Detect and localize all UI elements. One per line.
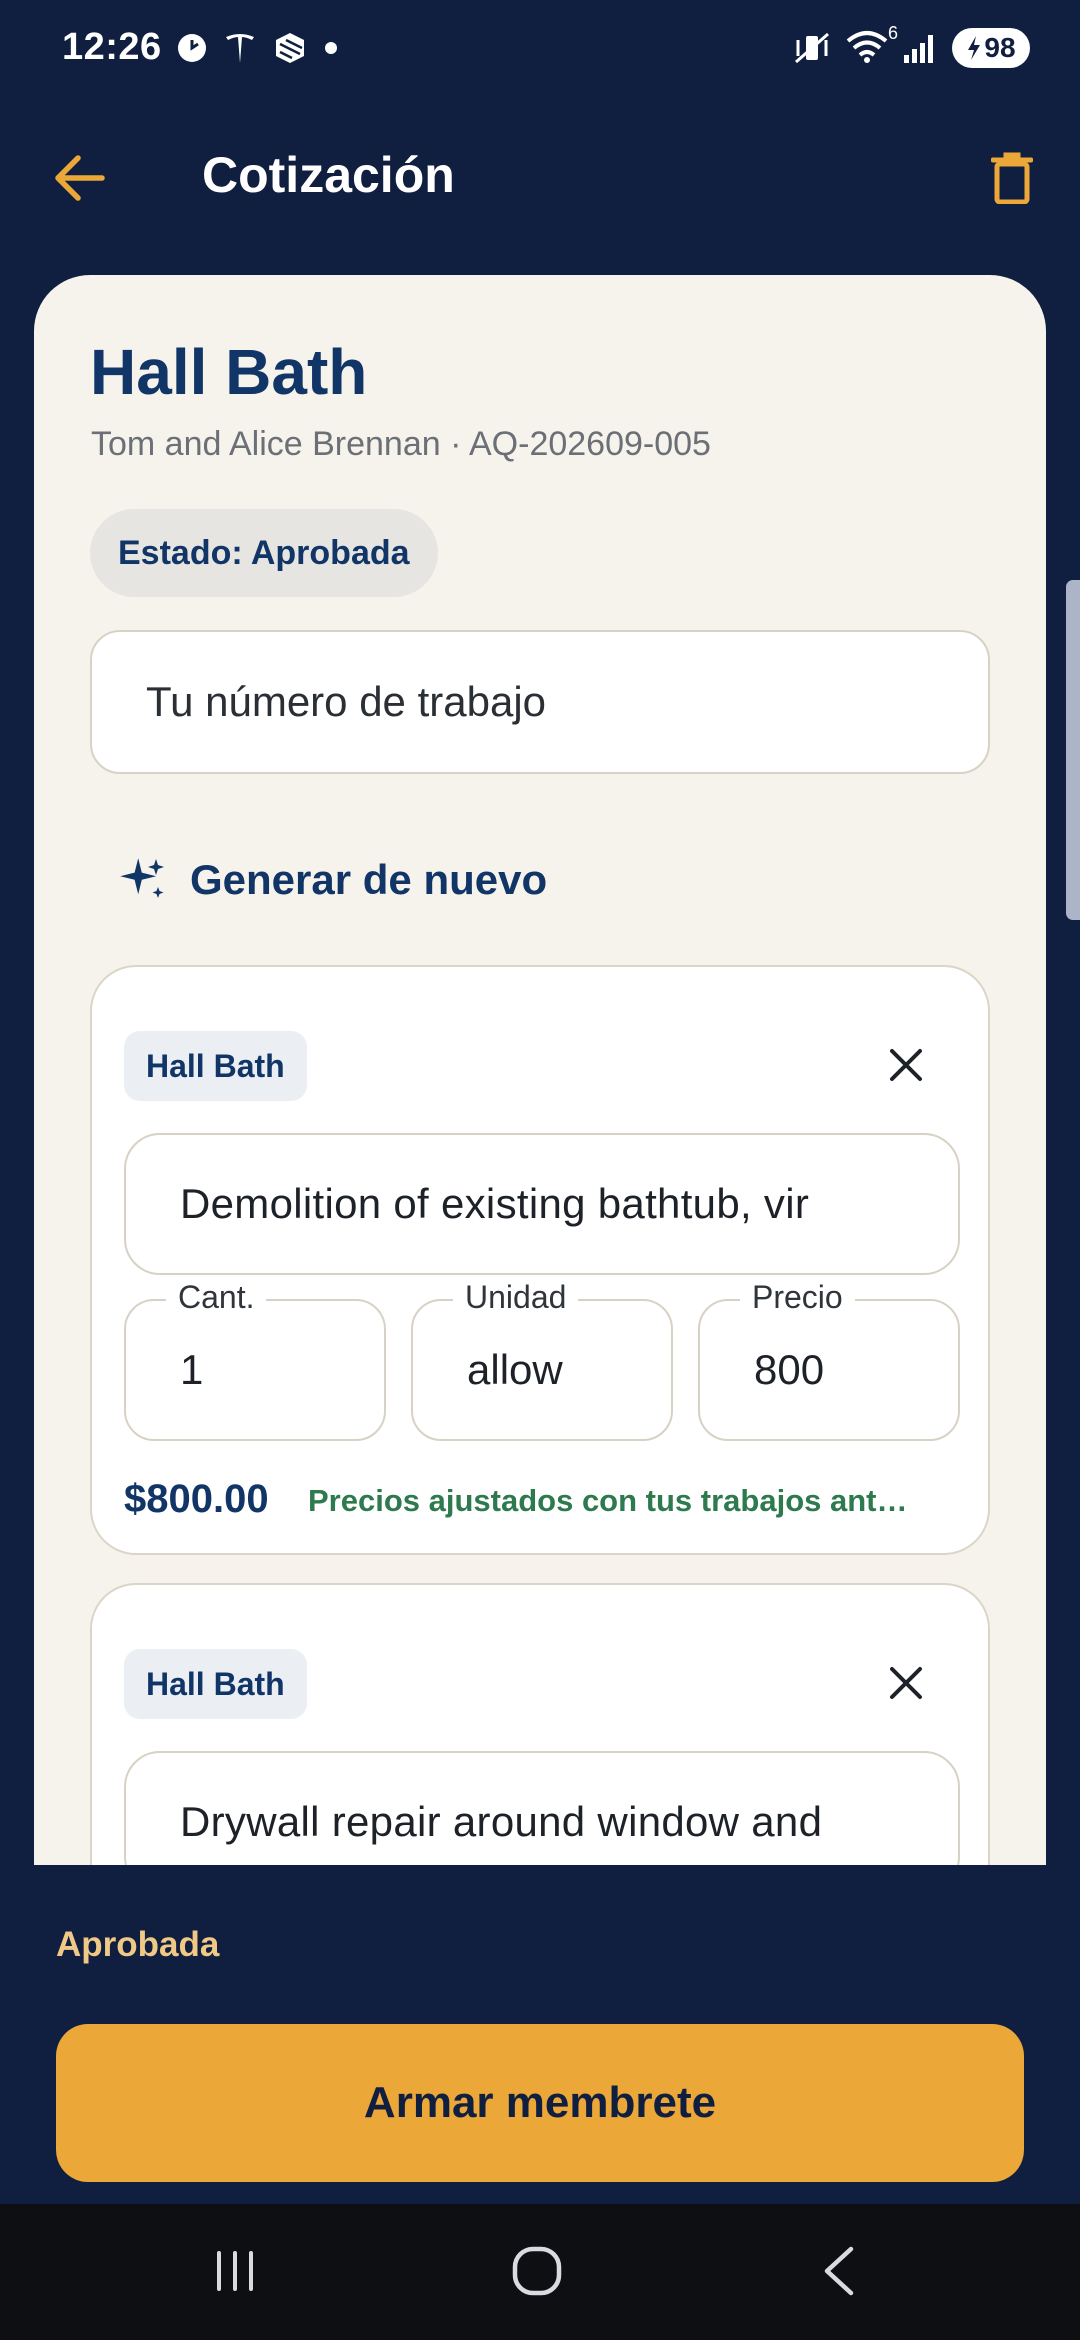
- recents-icon: [217, 2251, 253, 2291]
- quote-subtitle: Tom and Alice Brennan · AQ-202609-005: [91, 425, 711, 463]
- home-button[interactable]: [482, 2226, 592, 2316]
- wifi-badge: 6: [887, 22, 898, 43]
- scrollbar[interactable]: [1066, 580, 1080, 920]
- regenerate-button[interactable]: Generar de nuevo: [118, 835, 547, 925]
- status-bar: 12:26 6 98: [0, 0, 1080, 100]
- remove-line-item-button[interactable]: [866, 1643, 946, 1723]
- page-title: Cotización: [202, 147, 455, 203]
- charging-bolt-icon: [968, 36, 981, 60]
- unit-input[interactable]: [411, 1299, 673, 1441]
- cube-icon: [276, 33, 304, 63]
- dot-icon: [325, 42, 337, 54]
- close-icon: [890, 1667, 922, 1699]
- line-item-total: $800.00: [124, 1477, 269, 1521]
- delete-button[interactable]: [972, 138, 1052, 218]
- price-label: Precio: [740, 1279, 855, 1316]
- quote-content[interactable]: Hall Bath Tom and Alice Brennan · AQ-202…: [34, 275, 1046, 1865]
- line-item-description-input[interactable]: [124, 1751, 960, 1865]
- footer-status-text: Aprobada: [56, 1925, 220, 1964]
- regenerate-label: Generar de nuevo: [190, 856, 548, 903]
- quote-title: Hall Bath: [90, 336, 368, 408]
- qty-input[interactable]: [124, 1299, 386, 1441]
- screen: 12:26 6 98 Cotización Hall Bath Tom and …: [0, 0, 1080, 2340]
- wifi-indicator: 6: [846, 23, 898, 68]
- close-icon: [890, 1049, 922, 1081]
- recents-button[interactable]: [180, 2226, 290, 2316]
- system-back-button[interactable]: [784, 2226, 894, 2316]
- unit-label: Unidad: [453, 1279, 579, 1316]
- price-field-group: Precio: [698, 1279, 960, 1441]
- unit-field-group: Unidad: [411, 1279, 673, 1441]
- status-time: 12:26: [62, 26, 162, 68]
- vibrate-mute-icon: [795, 32, 829, 64]
- status-chip: Estado: Aprobada: [90, 509, 438, 597]
- sparkle-icon: [120, 858, 164, 898]
- pricing-note: Precios ajustados con tus trabajos ant…: [308, 1483, 908, 1518]
- battery-level: 98: [984, 32, 1016, 63]
- line-item-tag: Hall Bath: [124, 1031, 307, 1101]
- back-button[interactable]: [40, 138, 120, 218]
- build-letterhead-button[interactable]: Armar membrete: [56, 2024, 1024, 2182]
- chevron-left-icon: [824, 2246, 854, 2296]
- trash-icon: [991, 152, 1033, 204]
- clock-icon: [178, 34, 206, 62]
- job-number-input[interactable]: [90, 630, 990, 774]
- home-icon: [512, 2246, 562, 2296]
- remove-line-item-button[interactable]: [866, 1025, 946, 1105]
- line-item-tag: Hall Bath: [124, 1649, 307, 1719]
- line-item-card: Hall Bath: [90, 1583, 990, 1865]
- battery-indicator: 98: [952, 28, 1030, 68]
- notification-icons: [176, 30, 338, 66]
- qty-field-group: Cant.: [124, 1279, 386, 1441]
- wifi-icon: [846, 30, 888, 63]
- app-bar: Cotización: [0, 120, 1080, 230]
- signal-icon: [904, 35, 933, 63]
- price-input[interactable]: [698, 1299, 960, 1441]
- system-navigation-bar: [0, 2204, 1080, 2340]
- line-item-card: Hall Bath Cant. Unidad Precio $800.00 Pr…: [90, 965, 990, 1555]
- tesla-icon: [226, 34, 254, 63]
- system-icons: 6 98: [792, 23, 1030, 68]
- qty-label: Cant.: [166, 1279, 267, 1316]
- line-item-description-input[interactable]: [124, 1133, 960, 1275]
- arrow-left-icon: [55, 155, 105, 201]
